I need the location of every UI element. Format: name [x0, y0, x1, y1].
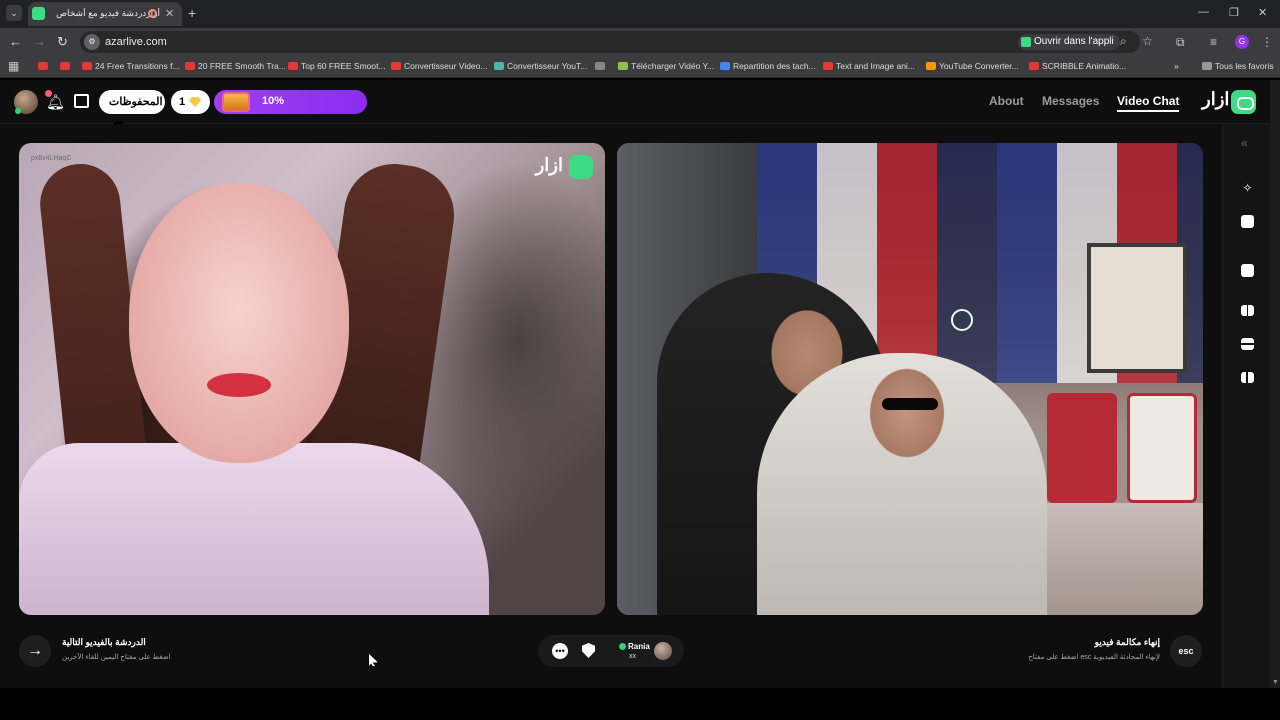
framed-jersey: [1127, 393, 1197, 503]
video-watermark-icon: [569, 155, 593, 179]
nav-video-chat[interactable]: Video Chat: [1117, 94, 1180, 112]
nav-messages[interactable]: Messages: [1042, 94, 1099, 108]
partner-video: px8v4LHaqC ازار: [19, 143, 605, 615]
self-video: [617, 143, 1203, 615]
bookmark-item[interactable]: Text and Image ani...: [823, 61, 915, 71]
extensions-icon[interactable]: ⧉: [1176, 35, 1185, 50]
brand-name[interactable]: ازار: [1202, 89, 1229, 110]
site-info-icon[interactable]: ⚙: [84, 34, 100, 50]
bookmark-item[interactable]: Repartition des tach...: [720, 61, 816, 71]
wall-poster: [1087, 243, 1187, 373]
close-window-icon[interactable]: ✕: [1258, 6, 1267, 19]
video-figure: [129, 183, 349, 463]
azar-logo-icon[interactable]: [1231, 90, 1256, 114]
scroll-down-icon[interactable]: ▼: [1272, 679, 1279, 686]
apps-grid-icon[interactable]: ▦: [8, 59, 19, 73]
minimize-icon[interactable]: —: [1198, 6, 1209, 18]
menu-kebab-icon[interactable]: ⋮: [1261, 35, 1273, 49]
reload-icon[interactable]: ↻: [57, 34, 68, 50]
more-bookmarks-icon[interactable]: »: [1174, 61, 1179, 71]
bookmarks-bar: ▦ 24 Free Transitions f... 20 FREE Smoot…: [0, 56, 1280, 78]
ring-light: [951, 309, 973, 331]
end-call-title: إنهاء مكالمة فيديو: [1094, 637, 1160, 647]
bookmark-item[interactable]: SCRIBBLE Animatio...: [1029, 61, 1126, 71]
bookmark-star-icon[interactable]: ☆: [1142, 34, 1153, 48]
reward-progress-button[interactable]: 10%: [214, 90, 367, 114]
video-background: [1037, 503, 1203, 615]
online-status-dot: [619, 643, 626, 650]
video-figure: [882, 398, 938, 410]
online-status-dot: [15, 108, 21, 114]
saved-label: المحفوظات: [109, 96, 163, 108]
collapse-sidebar-icon[interactable]: «: [1241, 136, 1248, 150]
azar-favicon-icon: [32, 7, 45, 20]
browser-tab[interactable]: أزاردردشة فيديو مع أشخاص ✕: [28, 2, 182, 26]
zoom-icon[interactable]: ⌕: [1120, 34, 1127, 49]
gem-count: 1: [179, 96, 186, 108]
chat-bubble-icon[interactable]: •••: [552, 643, 568, 659]
partner-user-id: px8v4LHaqC: [31, 155, 72, 162]
layout-stacked-icon[interactable]: [1241, 338, 1254, 350]
next-chat-hint: اضغط على مفتاح اليمين للقاء الآخرين: [62, 654, 171, 661]
dice-icon[interactable]: [1241, 264, 1254, 277]
partner-actions: ••• Rania xx: [538, 635, 684, 667]
video-figure: [207, 373, 271, 397]
back-icon[interactable]: ←: [9, 34, 22, 49]
browser-tab-strip: ⌄ أزاردردشة فيديو مع أشخاص ✕ + — ❐ ✕: [0, 0, 1280, 28]
all-bookmarks-folder[interactable]: Tous les favoris: [1202, 61, 1274, 71]
control-bar: → الدردشة بالفيديو التالية اضغط على مفتا…: [0, 629, 1222, 679]
bell-icon[interactable]: 🔔︎: [46, 93, 65, 111]
gems-button[interactable]: 1: [171, 90, 210, 114]
url-text: azarlive.com: [105, 36, 167, 48]
magic-wand-icon[interactable]: ✧: [1241, 182, 1254, 195]
progress-percent: 10%: [262, 95, 285, 107]
address-bar[interactable]: ⚙ azarlive.com Ouvrir dans l'appli ⌕ ☆: [80, 31, 1153, 53]
layout-side-by-side-icon[interactable]: [1241, 305, 1254, 316]
end-call-hint: اضغط على مفتاح esc لإنهاء المحادثة الفيد…: [1028, 654, 1160, 661]
inbox-icon[interactable]: [74, 94, 89, 108]
video-figure: [757, 353, 1047, 615]
page-scrollbar[interactable]: [1270, 80, 1280, 688]
tab-title: أزاردردشة فيديو مع أشخاص: [56, 8, 160, 18]
next-chat-title: الدردشة بالفيديو التالية: [62, 637, 146, 647]
bookmark-item[interactable]: Top 60 FREE Smoot...: [288, 61, 386, 71]
bookmark-item[interactable]: Convertisseur YouT...: [494, 61, 587, 71]
media-control-icon[interactable]: ≡: [1210, 35, 1217, 49]
next-chat-button[interactable]: →: [19, 635, 51, 667]
gem-icon: [189, 97, 202, 108]
partner-name: Rania: [628, 642, 650, 651]
browser-toolbar: ← → ↻ ⚙ azarlive.com Ouvrir dans l'appli…: [0, 28, 1280, 56]
tab-search-icon[interactable]: ⌄: [6, 5, 22, 21]
recording-icon: [148, 9, 157, 18]
video-figure: [19, 443, 489, 615]
saved-button[interactable]: المحفوظات: [99, 90, 165, 132]
face-filter-icon[interactable]: [1241, 215, 1254, 228]
profile-avatar[interactable]: G: [1235, 35, 1249, 49]
bookmark-item[interactable]: 20 FREE Smooth Tra...: [185, 61, 286, 71]
video-chat-area: px8v4LHaqC ازار → الدردشة بالفيديو التال…: [0, 124, 1222, 688]
partner-country: xx: [629, 653, 636, 660]
open-in-app-button[interactable]: Ouvrir dans l'appli: [1018, 34, 1120, 50]
restore-icon[interactable]: ❐: [1229, 6, 1239, 19]
forward-icon[interactable]: →: [33, 34, 46, 49]
nav-about[interactable]: About: [989, 94, 1024, 108]
right-sidebar: « ✧: [1222, 124, 1270, 688]
new-tab-icon[interactable]: +: [188, 5, 196, 21]
close-tab-icon[interactable]: ✕: [165, 7, 174, 20]
treasure-chest-icon: [222, 92, 250, 112]
bookmark-item[interactable]: YouTube Converter...: [926, 61, 1019, 71]
shield-report-icon[interactable]: [582, 643, 595, 658]
framed-jersey: [1047, 393, 1117, 503]
bookmark-item[interactable]: Convertisseur Video...: [391, 61, 487, 71]
partner-avatar[interactable]: [654, 642, 672, 660]
end-call-button[interactable]: esc: [1170, 635, 1202, 667]
app-header: 🔔︎ المحفوظات 1 10% About Messages Video …: [0, 80, 1280, 132]
bookmark-item[interactable]: Télécharger Vidéo Y...: [618, 61, 714, 71]
video-watermark-text: ازار: [535, 155, 563, 175]
bookmark-item[interactable]: 24 Free Transitions f...: [82, 61, 180, 71]
layout-pip-icon[interactable]: [1241, 372, 1254, 383]
screen-bottom-bar: [0, 688, 1280, 720]
